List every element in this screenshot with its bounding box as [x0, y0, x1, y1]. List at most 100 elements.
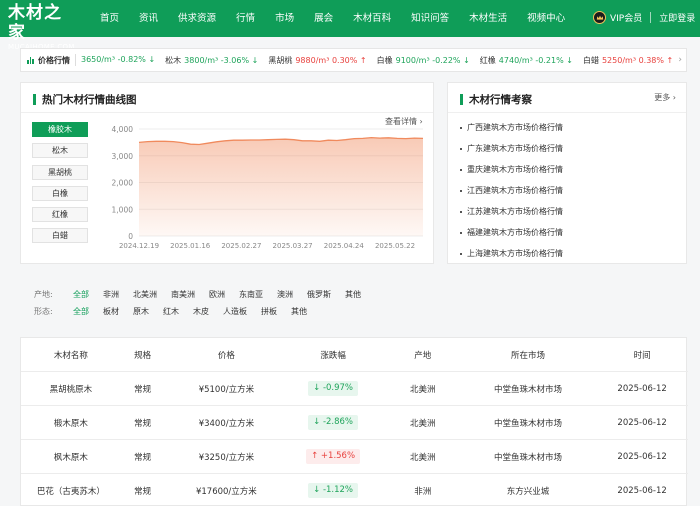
ticker-label: 价格行情: [21, 55, 70, 66]
change-cell: ↓ -1.12%: [280, 483, 386, 498]
nav-item[interactable]: 行情: [226, 0, 265, 37]
filter-option[interactable]: 其他: [345, 289, 361, 300]
ticker-item[interactable]: 松木 3800/m³ -3.06% ↓: [165, 55, 258, 66]
filter-option[interactable]: 全部: [73, 289, 89, 300]
filter-option[interactable]: 原木: [133, 306, 149, 317]
category-tab[interactable]: 松木: [32, 143, 88, 159]
update-date: 2025-06-12: [617, 417, 667, 428]
ticker-item[interactable]: 红橡 4740/m³ -0.21% ↓: [480, 55, 573, 66]
ticker-name: 黑胡桃: [268, 55, 293, 65]
nav-item[interactable]: 首页: [90, 0, 129, 37]
wood-origin: 北美洲: [410, 452, 436, 463]
filter-bar: 产地: 全部 非洲 北美洲 南美洲 欧洲 东南亚 澳洲 俄罗斯 其他 形态: 全部 板材 原木 红木木…: [20, 278, 687, 324]
ticker-change: -0.21%: [535, 55, 564, 65]
filter-option[interactable]: 红木: [163, 306, 179, 317]
site-logo[interactable]: 木材之家 MUCAIHOME.COM: [8, 3, 78, 52]
nav-item[interactable]: 知识问答: [401, 0, 459, 37]
market-list-item[interactable]: 江西建筑木方市场价格行情: [458, 183, 678, 204]
market-survey-panel: 木材行情考察 更多 › 广西建筑木方市场价格行情 广东建筑木方市场价格行情重庆建筑…: [447, 82, 687, 264]
series-area: [139, 137, 423, 236]
ticker-change: -0.82%: [117, 54, 146, 64]
ticker-name: 红橡: [479, 55, 496, 65]
main-nav: 首页 资讯 供求资源 行情 市场 展会 木材百科 知识问答 木材生活 视频中心: [90, 0, 575, 37]
wood-name[interactable]: 黑胡桃原木: [21, 383, 113, 395]
filter-option[interactable]: 拼板: [261, 306, 277, 317]
user-area: VIP会员 立即登录: [593, 11, 695, 24]
nav-item[interactable]: 木材百科: [343, 0, 401, 37]
nav-item[interactable]: 视频中心: [517, 0, 575, 37]
wood-spec: 常规: [134, 418, 152, 429]
filter-option[interactable]: 澳洲: [277, 289, 293, 300]
wood-origin: 非洲: [414, 486, 432, 497]
table-row[interactable]: 黑胡桃原木 常规 ¥5100/立方米 ↓ -0.97% 北美洲 中堂鱼珠木材市场 2025-…: [21, 371, 688, 405]
arrow-down-icon: ↓: [313, 383, 321, 393]
filter-option[interactable]: 北美洲: [133, 289, 157, 300]
ticker-item[interactable]: 3650/m³ -0.82% ↓: [81, 55, 155, 66]
market-list-item[interactable]: 江苏建筑木方市场价格行情: [458, 204, 678, 225]
price-area-chart: 0 1,000 2,000 3,000 4,000 2024.12.19 2025.01.1…: [112, 125, 424, 250]
arrow-up-icon: ↑: [311, 451, 319, 461]
market-more-link[interactable]: 更多 ›: [654, 92, 676, 103]
category-tab[interactable]: 橡胶木: [32, 122, 88, 137]
column-header: 所在市场: [510, 350, 545, 361]
market-list-item[interactable]: 上海建筑木方市场价格行情: [458, 246, 678, 267]
column-header: 产地: [414, 350, 432, 361]
category-tab[interactable]: 红橡: [32, 207, 88, 223]
ticker-price: 9100/m³: [395, 55, 430, 65]
column-header: 时间: [633, 350, 651, 361]
market-item-label: 广东建筑木方市场价格行情: [467, 144, 563, 153]
filter-option[interactable]: 南美洲: [171, 289, 195, 300]
wood-name[interactable]: 巴花（古夷苏木）: [21, 485, 113, 497]
change-badge: ↓ -1.12%: [308, 483, 359, 498]
wood-market[interactable]: 中堂鱼珠木材市场: [460, 451, 597, 463]
market-panel-title-text: 木材行情考察: [469, 94, 532, 106]
filter-option[interactable]: 俄罗斯: [307, 289, 331, 300]
table-row[interactable]: 椴木原木 常规 ¥3400/立方米 ↓ -2.86% 北美洲 中堂鱼珠木材市场 2025-0…: [21, 405, 688, 439]
price-chart-panel: 热门木材行情曲线图 查看详情 › 橡胶木 松木 黑胡桃 白橡 红橡 白蜡 0 1,000 2,…: [20, 82, 434, 264]
market-list-item[interactable]: 广东建筑木方市场价格行情: [458, 141, 678, 162]
filter-option[interactable]: 东南亚: [239, 289, 263, 300]
bullet-icon: [460, 148, 462, 150]
category-tab[interactable]: 黑胡桃: [32, 164, 88, 180]
ticker-item[interactable]: 白蜡 5250/m³ 0.38% ↑: [583, 55, 673, 66]
ticker-item[interactable]: 黑胡桃 9880/m³ 0.30% ↑: [268, 55, 366, 66]
table-row[interactable]: 枫木原木 常规 ¥3250/立方米 ↑ +1.56% 北美洲 中堂鱼珠木材市场 2025-0…: [21, 439, 688, 473]
wood-market[interactable]: 中堂鱼珠木材市场: [460, 383, 597, 395]
change-cell: ↓ -2.86%: [280, 415, 386, 430]
market-list-item[interactable]: 重庆建筑木方市场价格行情: [458, 162, 678, 183]
column-header: 价格: [217, 350, 235, 361]
ticker-name: 松木: [165, 55, 182, 65]
nav-item[interactable]: 资讯: [129, 0, 168, 37]
filter-option[interactable]: 全部: [73, 306, 89, 317]
chart-panel-title: 热门木材行情曲线图: [33, 92, 137, 107]
nav-item[interactable]: 展会: [304, 0, 343, 37]
filter-option[interactable]: 人造板: [223, 306, 247, 317]
market-list-item[interactable]: 广西建筑木方市场价格行情: [458, 120, 678, 141]
divider: [448, 112, 686, 113]
wood-name[interactable]: 枫木原木: [21, 451, 113, 463]
table-row[interactable]: 巴花（古夷苏木） 常规 ¥17600/立方米 ↓ -1.12% 非洲 东方兴业城 2025-…: [21, 473, 688, 506]
column-header: 涨跌幅: [320, 350, 346, 361]
market-list-item[interactable]: 福建建筑木方市场价格行情: [458, 225, 678, 246]
vip-link[interactable]: VIP会员: [610, 11, 642, 24]
nav-item[interactable]: 木材生活: [459, 0, 517, 37]
wood-name[interactable]: 椴木原木: [21, 417, 113, 429]
filter-option[interactable]: 板材: [103, 306, 119, 317]
category-tab[interactable]: 白橡: [32, 185, 88, 201]
category-tab[interactable]: 白蜡: [32, 228, 88, 244]
ticker-price: 3650/m³: [81, 54, 116, 64]
market-item-label: 广西建筑木方市场价格行情: [467, 123, 563, 132]
filter-option[interactable]: 木皮: [193, 306, 209, 317]
login-link[interactable]: 立即登录: [659, 11, 695, 24]
filter-option[interactable]: 其他: [291, 306, 307, 317]
filter-option[interactable]: 非洲: [103, 289, 119, 300]
ticker-next-icon[interactable]: ›: [678, 55, 682, 65]
wood-price: ¥3400/立方米: [198, 418, 255, 429]
wood-market[interactable]: 东方兴业城: [460, 485, 597, 497]
wood-market[interactable]: 中堂鱼珠木材市场: [460, 417, 597, 429]
filter-option[interactable]: 欧洲: [209, 289, 225, 300]
change-value: -0.97%: [322, 383, 354, 393]
ticker-item[interactable]: 白橡 9100/m³ -0.22% ↓: [377, 55, 470, 66]
nav-item[interactable]: 供求资源: [168, 0, 226, 37]
nav-item[interactable]: 市场: [265, 0, 304, 37]
